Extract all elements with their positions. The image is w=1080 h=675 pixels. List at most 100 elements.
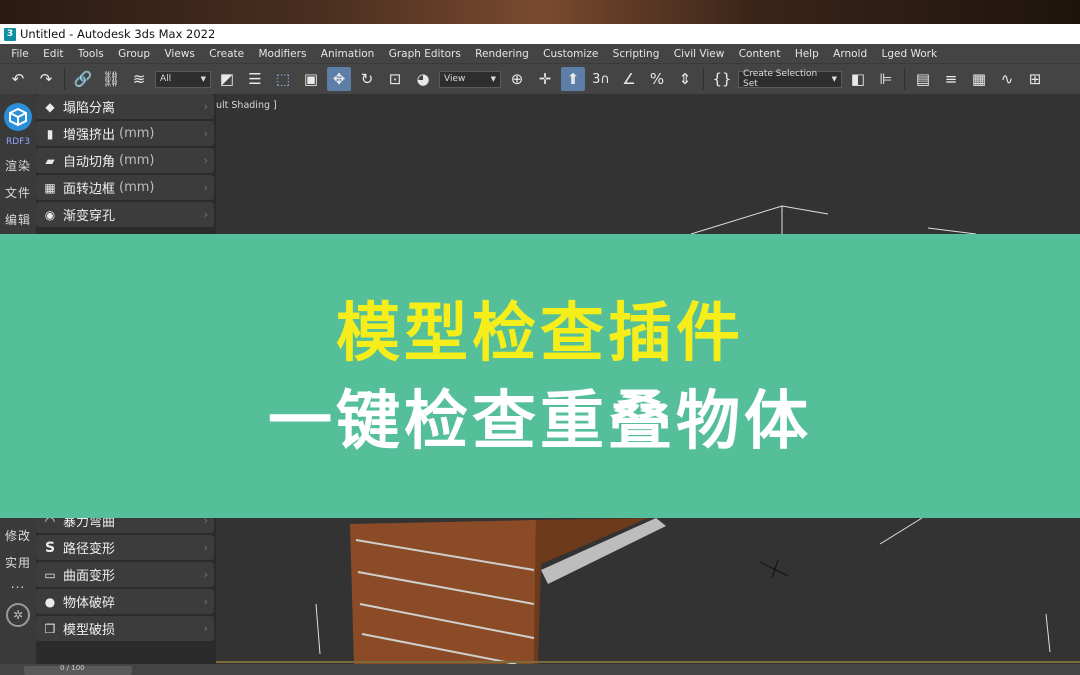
bar-chart-icon: ▮: [46, 126, 54, 141]
banner-title: 模型检查插件: [336, 297, 744, 371]
rotate-icon[interactable]: ↻: [355, 67, 379, 91]
select-object-icon[interactable]: ◩: [215, 67, 239, 91]
select-manipulate-icon[interactable]: ✛: [533, 67, 557, 91]
menu-item-modifiers[interactable]: Modifiers: [251, 48, 313, 60]
pivot-center-icon[interactable]: ⊕: [505, 67, 529, 91]
wood-cabinet-front: [350, 520, 536, 664]
bomb-icon: ●: [44, 594, 56, 609]
scale-icon[interactable]: ⊡: [383, 67, 407, 91]
panel-item-face-to-frame[interactable]: ▦ 面转边框 (mm) ›: [36, 175, 214, 200]
menu-item-customize[interactable]: Customize: [536, 48, 606, 60]
sidebar-item-edit[interactable]: 编辑: [5, 211, 31, 228]
panel-item-label: 模型破损: [63, 623, 116, 638]
selection-filter-value: All: [160, 74, 172, 84]
sidebar-item-utility[interactable]: 实用: [5, 554, 31, 571]
menu-bar: File Edit Tools Group Views Create Modifiers An…: [0, 44, 1080, 63]
menu-item-arnold[interactable]: Arnold: [826, 48, 874, 60]
menu-item-civil-view[interactable]: Civil View: [667, 48, 732, 60]
window-crossing-icon[interactable]: ▣: [299, 67, 323, 91]
link-icon[interactable]: 🔗: [71, 67, 95, 91]
panel-item-gradient-perforate[interactable]: ◉ 渐变穿孔 ›: [36, 202, 214, 227]
sidebar-item-file[interactable]: 文件: [5, 184, 31, 201]
plugin-logo-icon[interactable]: [4, 103, 32, 131]
panel-item-label: 面转边框: [63, 182, 116, 197]
selection-filter-dropdown[interactable]: All ▼: [155, 70, 211, 88]
ribbon-toggle-icon[interactable]: ▦: [967, 67, 991, 91]
menu-item-scripting[interactable]: Scripting: [605, 48, 666, 60]
sidebar-item-modify[interactable]: 修改: [5, 527, 31, 544]
panel-item-label: 物体破碎: [63, 596, 116, 611]
menu-item-edit[interactable]: Edit: [36, 48, 71, 60]
chevron-right-icon: ›: [203, 541, 208, 554]
snap-toggle-icon[interactable]: 3∩: [589, 67, 613, 91]
panel-item-label: 路径变形: [63, 542, 116, 557]
panel-item-unit: (mm): [119, 153, 155, 168]
spinner-snap-icon[interactable]: ⇕: [673, 67, 697, 91]
chevron-right-icon: ›: [203, 154, 208, 167]
menu-item-group[interactable]: Group: [111, 48, 157, 60]
mirror-icon[interactable]: ◧: [846, 67, 870, 91]
place-icon[interactable]: ◕: [411, 67, 435, 91]
undo-icon[interactable]: ↶: [6, 67, 30, 91]
menu-item-lged-work[interactable]: Lged Work: [874, 48, 944, 60]
reference-coordinate-dropdown[interactable]: View ▼: [439, 70, 501, 88]
curve-editor-icon[interactable]: ∿: [995, 67, 1019, 91]
keyboard-shortcut-override-icon[interactable]: ⬆: [561, 67, 585, 91]
menu-item-create[interactable]: Create: [202, 48, 251, 60]
bind-spacewarp-icon[interactable]: ≋: [127, 67, 151, 91]
chevron-right-icon: ›: [203, 622, 208, 635]
schematic-view-icon[interactable]: ⊞: [1023, 67, 1047, 91]
wireframe-box-edge: [1045, 613, 1051, 653]
panel-item-model-damage[interactable]: ❒ 模型破损 ›: [36, 616, 214, 641]
chevron-right-icon: ›: [203, 100, 208, 113]
named-selection-set-dropdown[interactable]: Create Selection Set ▼: [738, 69, 842, 89]
panel-item-label: 塌陷分离: [63, 101, 116, 116]
wireframe-box-edge: [690, 205, 829, 235]
settings-gear-icon[interactable]: ✲: [6, 603, 30, 627]
angle-snap-icon[interactable]: ∠: [617, 67, 641, 91]
toolbar-separator: [904, 68, 905, 90]
panel-item-object-shatter[interactable]: ● 物体破碎 ›: [36, 589, 214, 614]
percent-snap-icon[interactable]: %: [645, 67, 669, 91]
align-icon[interactable]: ⊫: [874, 67, 898, 91]
edit-named-selection-icon[interactable]: {}: [710, 67, 734, 91]
chevron-right-icon: ›: [203, 127, 208, 140]
menu-item-views[interactable]: Views: [157, 48, 202, 60]
panel-item-collapse-detach[interactable]: ◆ 塌陷分离 ›: [36, 94, 214, 119]
panel-item-label: 增强挤出: [63, 128, 116, 143]
pivot-cross: [759, 561, 789, 577]
wireframe-box-edge: [879, 517, 923, 545]
time-slider-frame: 0 / 100: [60, 664, 85, 672]
menu-item-help[interactable]: Help: [788, 48, 826, 60]
chamfer-icon: ▰: [45, 153, 55, 168]
panel-item-label: 渐变穿孔: [63, 209, 116, 224]
title-bar: 3 Untitled - Autodesk 3ds Max 2022: [0, 24, 1080, 44]
reference-coordinate-value: View: [444, 74, 466, 84]
panel-item-enhanced-extrude[interactable]: ▮ 增强挤出 (mm) ›: [36, 121, 214, 146]
box-icon: ❒: [44, 621, 56, 636]
viewport-shading-label[interactable]: ult Shading ]: [216, 100, 277, 111]
scene-explorer-icon[interactable]: ▤: [911, 67, 935, 91]
layer-explorer-icon[interactable]: ≡: [939, 67, 963, 91]
select-by-name-icon[interactable]: ☰: [243, 67, 267, 91]
redo-icon[interactable]: ↷: [34, 67, 58, 91]
move-icon[interactable]: ✥: [327, 67, 351, 91]
panel-item-surface-deform[interactable]: ▭ 曲面变形 ›: [36, 562, 214, 587]
main-toolbar: ↶ ↷ 🔗 ⛓ ≋ All ▼ ◩ ☰ ⬚ ▣ ✥ ↻ ⊡ ◕ View ▼ ⊕ ✛…: [0, 63, 1080, 94]
panel-item-auto-chamfer[interactable]: ▰ 自动切角 (mm) ›: [36, 148, 214, 173]
named-selection-set-placeholder: Create Selection Set: [743, 69, 818, 89]
sidebar-item-render[interactable]: 渲染: [5, 157, 31, 174]
menu-item-tools[interactable]: Tools: [71, 48, 111, 60]
menu-item-file[interactable]: File: [4, 48, 36, 60]
unlink-icon[interactable]: ⛓: [99, 67, 123, 91]
menu-item-graph-editors[interactable]: Graph Editors: [382, 48, 468, 60]
panel-item-path-deform[interactable]: S 路径变形 ›: [36, 535, 214, 560]
menu-item-animation[interactable]: Animation: [314, 48, 382, 60]
rect-selection-icon[interactable]: ⬚: [271, 67, 295, 91]
menu-item-content[interactable]: Content: [732, 48, 788, 60]
sidebar-more[interactable]: ...: [11, 577, 25, 591]
timeline-bar: 0 / 100: [0, 664, 1080, 675]
book-icon: ▭: [44, 567, 56, 582]
menu-item-rendering[interactable]: Rendering: [468, 48, 536, 60]
chevron-right-icon: ›: [203, 595, 208, 608]
